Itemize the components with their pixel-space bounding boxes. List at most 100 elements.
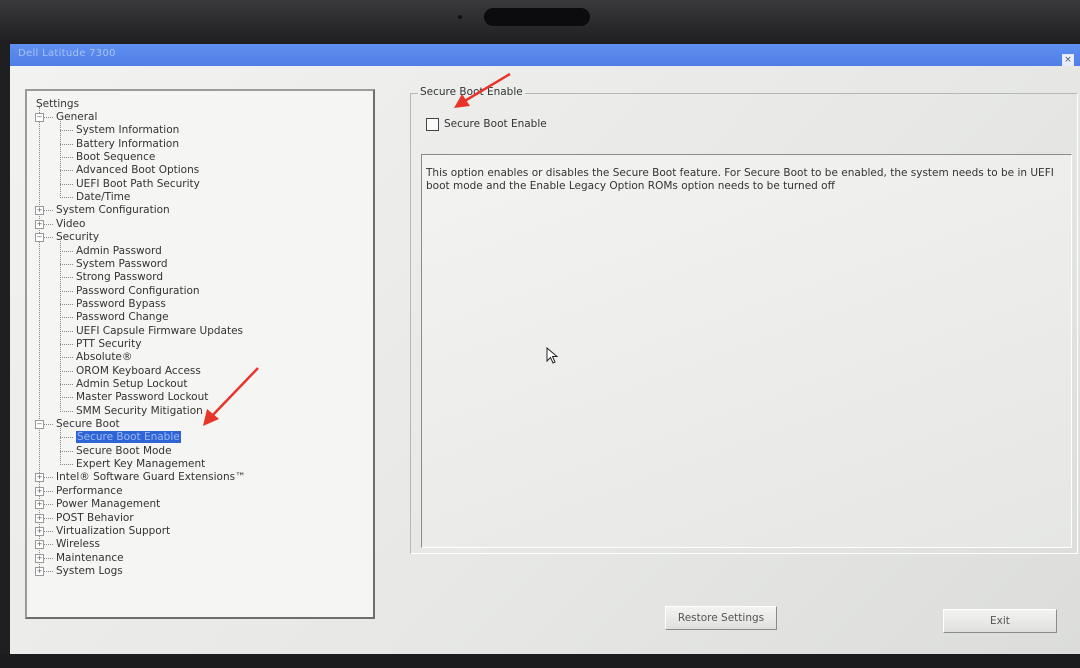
expand-icon[interactable]: + <box>35 206 44 216</box>
collapse-icon[interactable]: − <box>35 233 44 243</box>
tree-connector-line <box>60 303 73 305</box>
expand-icon[interactable]: + <box>35 486 44 496</box>
tree-item-system-information[interactable]: System Information <box>76 124 179 136</box>
tree-item-power-management[interactable]: Power Management <box>56 498 160 510</box>
tree-connector-line <box>60 143 73 145</box>
description-box: This option enables or disables the Secu… <box>421 154 1072 548</box>
expand-icon[interactable]: + <box>35 500 44 510</box>
tree-item-battery-information[interactable]: Battery Information <box>76 138 179 150</box>
secure-boot-enable-checkbox-label[interactable]: Secure Boot Enable <box>444 118 547 130</box>
tree-item-label: Intel® Software Guard Extensions™ <box>56 471 246 484</box>
tree-item-label: Absolute® <box>76 351 133 364</box>
tree-item-orom-keyboard-access[interactable]: OROM Keyboard Access <box>76 365 201 377</box>
expand-icon[interactable]: + <box>35 219 44 229</box>
tree-item-label: Password Change <box>76 311 169 324</box>
tree-item-label: Admin Setup Lockout <box>76 378 188 390</box>
tree-root-label: Settings <box>36 98 80 110</box>
tree-item-secure-boot-mode[interactable]: Secure Boot Mode <box>76 445 172 457</box>
tree-connector-line <box>60 277 73 279</box>
tree-item-wireless[interactable]: Wireless <box>56 538 100 550</box>
tree-item-security[interactable]: Security <box>56 231 99 243</box>
tree-item-label: Boot Sequence <box>76 151 156 164</box>
exit-button[interactable]: Exit <box>943 609 1057 633</box>
tree-connector-line <box>60 263 73 265</box>
tree-item-performance[interactable]: Performance <box>56 485 123 497</box>
laptop-bezel-top <box>0 0 1080 44</box>
groupbox-title: Secure Boot Enable <box>418 86 525 98</box>
tree-item-label: Security <box>56 231 100 244</box>
tree-item-admin-password[interactable]: Admin Password <box>76 245 162 257</box>
tree-item-system-logs[interactable]: System Logs <box>56 565 123 577</box>
tree-item-post-behavior[interactable]: POST Behavior <box>56 512 134 524</box>
tree-item-label: Master Password Lockout <box>76 391 209 404</box>
tree-item-ptt-security[interactable]: PTT Security <box>76 338 141 350</box>
expand-icon[interactable]: + <box>35 553 44 563</box>
tree-item-label: Strong Password <box>76 271 163 284</box>
tree-item-label: UEFI Boot Path Security <box>76 177 200 190</box>
tree-connector-line <box>60 343 73 345</box>
expand-icon[interactable]: + <box>35 473 44 483</box>
secure-boot-enable-checkbox[interactable] <box>426 118 439 131</box>
tree-item-label: System Password <box>76 257 168 270</box>
tree-item-label: Date/Time <box>76 191 131 204</box>
tree-item-secure-boot[interactable]: Secure Boot <box>56 418 120 430</box>
tree-item-password-change[interactable]: Password Change <box>76 311 169 323</box>
tree-connector-line <box>60 250 73 252</box>
ambient-sensor <box>458 15 462 19</box>
tree-item-label: Maintenance <box>56 551 124 564</box>
tree-item-label: Secure Boot Enable <box>76 431 181 444</box>
tree-item-video[interactable]: Video <box>56 218 85 230</box>
tree-connector-line <box>60 121 61 199</box>
tree-item-label: OROM Keyboard Access <box>76 364 201 377</box>
expand-icon[interactable]: + <box>35 513 44 523</box>
tree-item-absolute[interactable]: Absolute® <box>76 351 132 363</box>
tree-item-label: Secure Boot Mode <box>76 444 172 457</box>
settings-tree[interactable]: Settings General − System Information Batte… <box>25 89 375 619</box>
tree-connector-line <box>60 464 73 466</box>
tree-item-label: PTT Security <box>76 337 142 350</box>
tree-connector-line <box>60 197 73 199</box>
tree-item-date-time[interactable]: Date/Time <box>76 191 130 203</box>
tree-item-strong-password[interactable]: Strong Password <box>76 271 163 283</box>
tree-item-virtualization-support[interactable]: Virtualization Support <box>56 525 170 537</box>
expand-icon[interactable]: + <box>35 566 44 576</box>
tree-item-intel-software-guard-extensions[interactable]: Intel® Software Guard Extensions™ <box>56 471 246 483</box>
window-titlebar: Dell Latitude 7300 × <box>10 44 1080 68</box>
tree-item-advanced-boot-options[interactable]: Advanced Boot Options <box>76 164 199 176</box>
mouse-cursor-icon <box>546 347 559 364</box>
tree-item-label: Password Configuration <box>76 284 200 297</box>
tree-item-admin-setup-lockout[interactable]: Admin Setup Lockout <box>76 378 187 390</box>
tree-item-label: Secure Boot <box>56 418 120 431</box>
tree-item-uefi-boot-path-security[interactable]: UEFI Boot Path Security <box>76 178 200 190</box>
expand-icon[interactable]: + <box>35 526 44 536</box>
laptop-bezel-left <box>0 44 10 654</box>
collapse-icon[interactable]: − <box>35 420 44 430</box>
tree-item-smm-security-mitigation[interactable]: SMM Security Mitigation <box>76 405 203 417</box>
collapse-icon[interactable]: − <box>35 113 44 122</box>
expand-icon[interactable]: + <box>35 540 44 550</box>
restore-settings-button[interactable]: Restore Settings <box>665 606 777 630</box>
tree-item-uefi-capsule-firmware-updates[interactable]: UEFI Capsule Firmware Updates <box>76 325 243 337</box>
tree-item-label: System Configuration <box>56 204 170 217</box>
tree-item-secure-boot-enable[interactable]: Secure Boot Enable <box>76 431 181 444</box>
tree-item-system-password[interactable]: System Password <box>76 258 168 270</box>
tree-connector-line <box>60 428 61 466</box>
tree-item-password-configuration[interactable]: Password Configuration <box>76 285 200 297</box>
tree-item-label: Admin Password <box>76 244 162 257</box>
window-title: Dell Latitude 7300 <box>18 48 116 59</box>
tree-item-label: Performance <box>56 484 123 497</box>
laptop-bezel-bottom <box>0 654 1080 668</box>
tree-item-label: POST Behavior <box>56 511 134 524</box>
tree-item-general[interactable]: General <box>56 111 97 123</box>
description-text: This option enables or disables the Secu… <box>426 167 1054 192</box>
tree-item-label: System Information <box>76 124 180 137</box>
tree-item-maintenance[interactable]: Maintenance <box>56 552 124 564</box>
tree-item-expert-key-management[interactable]: Expert Key Management <box>76 458 205 470</box>
bios-screen: Dell Latitude 7300 × Settings General − Sy… <box>10 44 1080 654</box>
tree-item-label: Virtualization Support <box>56 524 171 537</box>
tree-item-boot-sequence[interactable]: Boot Sequence <box>76 151 155 163</box>
tree-connector-line <box>60 290 73 292</box>
tree-item-master-password-lockout[interactable]: Master Password Lockout <box>76 391 208 403</box>
tree-item-system-configuration[interactable]: System Configuration <box>56 204 170 216</box>
tree-item-password-bypass[interactable]: Password Bypass <box>76 298 166 310</box>
